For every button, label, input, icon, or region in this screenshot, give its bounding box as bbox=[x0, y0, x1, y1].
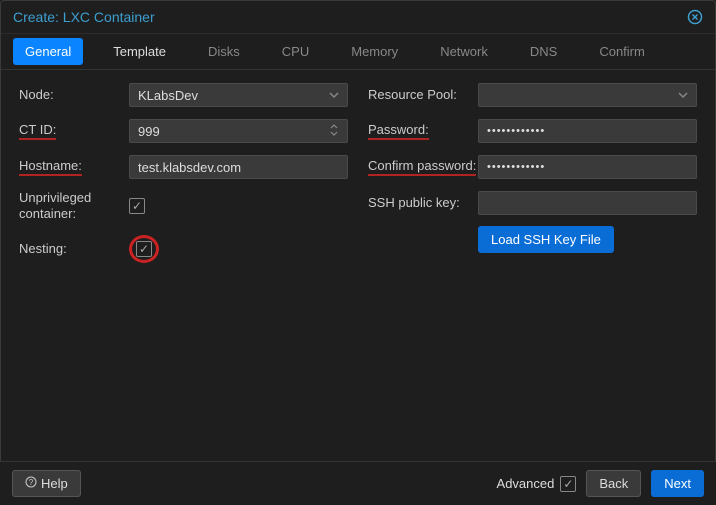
dialog-title: Create: LXC Container bbox=[13, 9, 155, 25]
chevron-down-icon bbox=[678, 88, 688, 103]
confirm-field[interactable]: •••••••••••• bbox=[478, 155, 697, 179]
dialog-header: Create: LXC Container bbox=[1, 1, 715, 34]
ctid-label: CT ID: bbox=[19, 122, 129, 140]
node-input[interactable] bbox=[138, 88, 325, 103]
password-input[interactable]: •••••••••••• bbox=[487, 125, 545, 137]
pool-select[interactable] bbox=[478, 83, 697, 107]
load-ssh-button[interactable]: Load SSH Key File bbox=[478, 226, 614, 253]
tab-cpu: CPU bbox=[270, 38, 321, 65]
next-button[interactable]: Next bbox=[651, 470, 704, 497]
pool-input[interactable] bbox=[487, 88, 674, 103]
help-icon: ? bbox=[25, 476, 37, 491]
sshkey-input[interactable] bbox=[487, 196, 688, 211]
tab-confirm: Confirm bbox=[587, 38, 657, 65]
advanced-label: Advanced bbox=[497, 476, 555, 491]
sshkey-label: SSH public key: bbox=[368, 195, 478, 211]
nesting-checkbox[interactable] bbox=[136, 241, 152, 257]
help-label: Help bbox=[41, 476, 68, 491]
svg-text:?: ? bbox=[29, 478, 34, 487]
confirm-input[interactable]: •••••••••••• bbox=[487, 161, 545, 173]
node-label: Node: bbox=[19, 87, 129, 103]
chevron-down-icon bbox=[329, 88, 339, 103]
footer: ? Help Advanced Back Next bbox=[0, 461, 716, 505]
spinner-icon bbox=[329, 123, 339, 140]
ctid-input[interactable] bbox=[138, 124, 325, 139]
help-button[interactable]: ? Help bbox=[12, 470, 81, 497]
nesting-label: Nesting: bbox=[19, 241, 129, 257]
pool-label: Resource Pool: bbox=[368, 87, 478, 103]
tab-template[interactable]: Template bbox=[101, 38, 178, 65]
tab-dns: DNS bbox=[518, 38, 569, 65]
unpriv-label: Unprivileged container: bbox=[19, 190, 129, 221]
hostname-field[interactable] bbox=[129, 155, 348, 179]
nesting-highlight bbox=[129, 235, 159, 263]
hostname-input[interactable] bbox=[138, 160, 339, 175]
tab-disks: Disks bbox=[196, 38, 252, 65]
back-button[interactable]: Back bbox=[586, 470, 641, 497]
password-label: Password: bbox=[368, 122, 478, 140]
node-select[interactable] bbox=[129, 83, 348, 107]
ctid-spinner[interactable] bbox=[129, 119, 348, 143]
tab-network: Network bbox=[428, 38, 500, 65]
sshkey-field[interactable] bbox=[478, 191, 697, 215]
tab-memory: Memory bbox=[339, 38, 410, 65]
advanced-toggle[interactable]: Advanced bbox=[497, 476, 577, 492]
password-field[interactable]: •••••••••••• bbox=[478, 119, 697, 143]
unpriv-checkbox[interactable] bbox=[129, 198, 145, 214]
advanced-checkbox[interactable] bbox=[560, 476, 576, 492]
close-icon[interactable] bbox=[687, 9, 703, 25]
tab-bar: General Template Disks CPU Memory Network DNS C… bbox=[1, 34, 715, 70]
left-column: Node: CT ID: Hostname: bbox=[19, 82, 348, 273]
form-content: Node: CT ID: Hostname: bbox=[1, 70, 715, 285]
tab-general[interactable]: General bbox=[13, 38, 83, 65]
confirm-label: Confirm password: bbox=[368, 158, 478, 176]
hostname-label: Hostname: bbox=[19, 158, 129, 176]
right-column: Resource Pool: Password: •••••••••••• Co… bbox=[368, 82, 697, 273]
